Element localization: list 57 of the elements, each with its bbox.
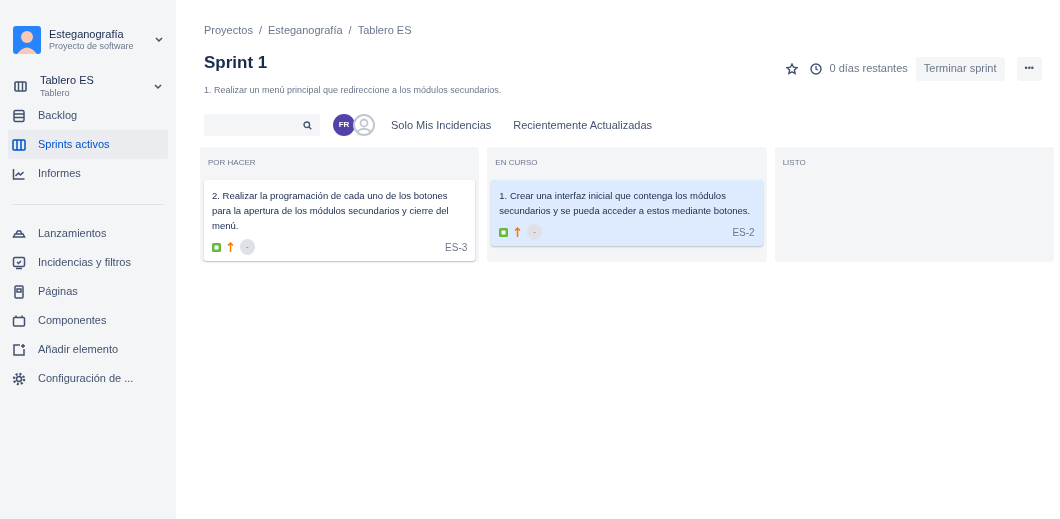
quick-filter-button[interactable]: Solo Mis Incidencias xyxy=(383,113,500,137)
breadcrumb-link[interactable]: Tablero ES xyxy=(357,22,412,39)
project-type: Proyecto de software xyxy=(49,41,135,53)
sidebar-item[interactable]: Lanzamientos xyxy=(8,219,168,248)
sidebar-item[interactable]: Sprints activos xyxy=(8,130,168,159)
sprint-title: Sprint 1 xyxy=(204,51,268,74)
settings-icon xyxy=(12,371,26,386)
issue-summary: 2. Realizar la programación de cada uno de los botones para la apertura de los módulos secundarios y cierre del menú. xyxy=(212,189,450,233)
search-field[interactable] xyxy=(204,114,320,136)
add-item-icon xyxy=(12,342,26,357)
more-button[interactable]: ••• xyxy=(1016,56,1042,81)
board-icon xyxy=(12,137,26,152)
chart-icon xyxy=(12,166,26,181)
star-icon[interactable] xyxy=(785,62,798,75)
issue-key: ES-2 xyxy=(732,224,755,240)
search-icon xyxy=(303,120,312,130)
days-remaining: 0 días restantes xyxy=(829,61,908,77)
chevron-down-icon[interactable] xyxy=(155,37,163,43)
arrow-up-icon xyxy=(514,227,522,237)
estimate-badge: - xyxy=(527,224,542,240)
sidebar-item[interactable]: Configuración de ... xyxy=(8,364,168,393)
breadcrumb-separator: / xyxy=(258,23,262,38)
sidebar-item[interactable]: Páginas xyxy=(8,277,168,306)
estimate-badge: - xyxy=(240,239,255,255)
breadcrumb-separator: / xyxy=(348,23,352,38)
project-name: Esteganografía xyxy=(49,27,125,42)
arrow-up-icon xyxy=(227,242,234,252)
sidebar-item[interactable]: Backlog xyxy=(8,101,168,130)
backlog-icon xyxy=(12,108,26,123)
board-icon xyxy=(14,79,28,94)
column-title: LISTO xyxy=(781,157,807,169)
sidebar-item[interactable]: Informes xyxy=(8,159,168,188)
board-type: Tablero xyxy=(40,87,71,99)
issue-key: ES-3 xyxy=(445,239,468,255)
sidebar-item[interactable]: Incidencias y filtros xyxy=(8,248,168,277)
story-icon xyxy=(499,227,509,237)
sprint-goal: 1. Realizar un menú principal que redireccione a los módulos secundarios. xyxy=(204,83,503,97)
monitor-icon xyxy=(12,255,26,270)
breadcrumb-link[interactable]: Proyectos xyxy=(204,22,253,39)
story-icon xyxy=(212,242,221,252)
sidebar-item[interactable]: Añadir elemento xyxy=(8,335,168,364)
issue-card[interactable]: 1. Crear una interfaz inicial que contenga los módulos secundarios y se pueda acceder a estos mediante botones. - ES-2 xyxy=(491,180,763,246)
column-title: EN CURSO xyxy=(494,157,539,169)
board-name: Tablero ES xyxy=(40,74,95,88)
page-icon xyxy=(12,284,26,299)
chevron-down-icon[interactable] xyxy=(154,83,162,90)
complete-sprint-button[interactable]: Terminar sprint xyxy=(915,56,1005,81)
breadcrumb-link[interactable]: Esteganografía xyxy=(268,22,343,39)
user-avatar[interactable]: FR xyxy=(333,114,355,136)
issue-summary: 1. Crear una interfaz inicial que contenga los módulos secundarios y se pueda acceder a estos mediante botones. xyxy=(499,189,752,218)
project-avatar-icon xyxy=(13,26,41,54)
quick-filter-button[interactable]: Recientemente Actualizadas xyxy=(505,113,661,137)
box-icon xyxy=(12,313,26,328)
column-title: POR HACER xyxy=(207,157,257,169)
clock-icon xyxy=(809,62,822,75)
sidebar-item[interactable]: Componentes xyxy=(8,306,168,335)
issue-card[interactable]: 2. Realizar la programación de cada uno de los botones para la apertura de los módulos secundarios y cierre del menú. - ES-3 xyxy=(204,180,476,261)
